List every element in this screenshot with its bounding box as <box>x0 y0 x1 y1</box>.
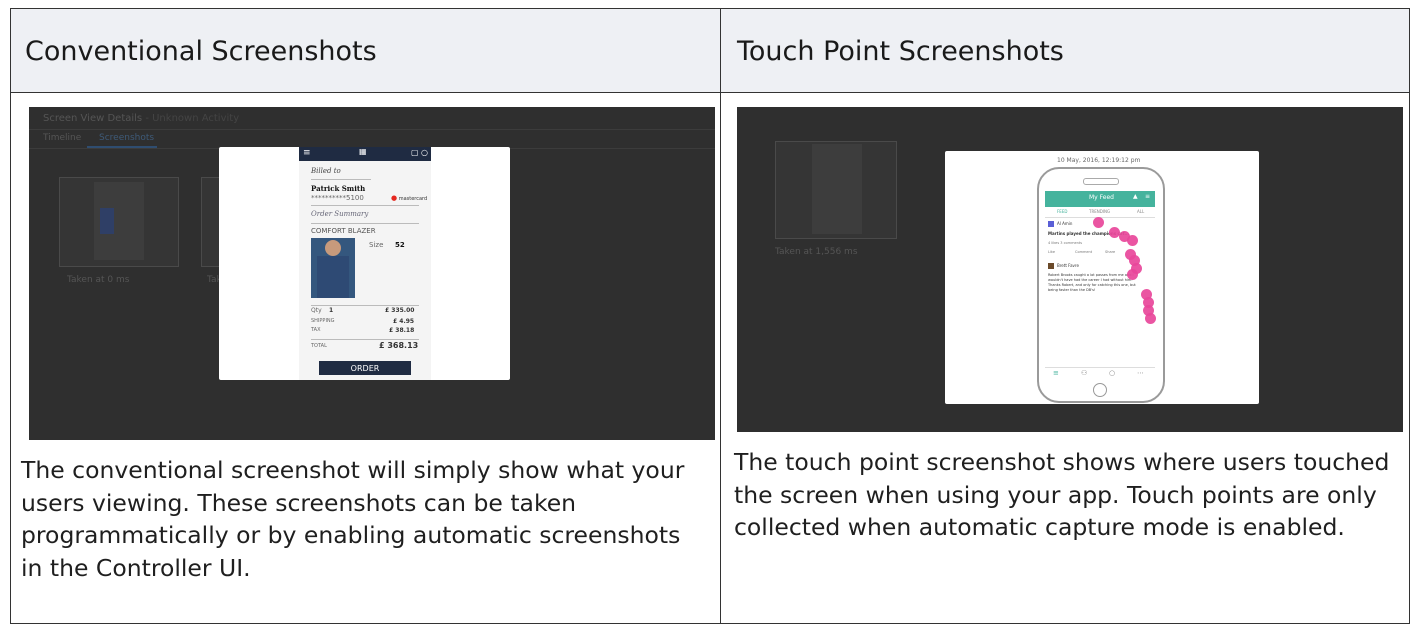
screenshot-thumbnail[interactable] <box>59 177 179 267</box>
size-label: Size <box>369 241 384 249</box>
bottom-nav: ≡ ⚇ ○ ⋯ <box>1045 367 1155 380</box>
card-number: **********5100 <box>311 194 364 202</box>
touch-description: The touch point screenshot shows where u… <box>734 448 1390 541</box>
shipping-value: £ 4.95 <box>393 318 415 325</box>
product-name: COMFORT BLAZER <box>311 227 376 235</box>
post-text: Robert Brooks caught a lot passes from m… <box>1048 273 1136 292</box>
mastercard-icon: ● <box>391 194 398 202</box>
touch-point <box>1093 217 1104 228</box>
screen-view-subtitle: - Unknown Activity <box>145 113 240 124</box>
bell-icon[interactable]: ▲ <box>1133 193 1138 200</box>
avatar <box>1048 221 1054 227</box>
action-share[interactable]: Share <box>1105 250 1115 254</box>
thumbnail-caption: Taken at 0 ms <box>67 275 130 285</box>
screenshot-modal: ≡ ▦ ▢ ○ Billed to Patrick Smith ********… <box>219 147 510 380</box>
total-value: £ 368.13 <box>379 341 419 350</box>
post-user: Al Amin <box>1057 221 1073 226</box>
logo-icon: ▦ <box>359 147 367 156</box>
tax-value: £ 38.18 <box>389 327 415 334</box>
avatar <box>1048 263 1054 269</box>
feed-header: My Feed ▲ ≡ <box>1045 191 1155 207</box>
column-divider <box>720 9 721 623</box>
app-nav-bar: ≡ ▦ ▢ ○ <box>299 147 431 161</box>
billed-to-label: Billed to <box>311 167 341 175</box>
order-button[interactable]: ORDER <box>319 361 411 375</box>
action-like[interactable]: Like <box>1048 250 1055 254</box>
thumbnail-caption: Taken at 1,556 ms <box>775 247 858 257</box>
screenshot-thumbnail[interactable] <box>775 141 897 239</box>
qty-value: 1 <box>329 307 334 314</box>
tab-feed[interactable]: FEED <box>1057 209 1067 214</box>
shipping-label: SHIPPING <box>311 318 335 324</box>
conventional-screenshot: Screen View Details - Unknown Activity T… <box>29 107 715 440</box>
phone-frame: My Feed ▲ ≡ FEED TRENDING ALL Al Amin Ma… <box>1037 167 1165 403</box>
search-icon[interactable]: ○ <box>421 148 428 157</box>
customer-name: Patrick Smith <box>311 184 366 193</box>
people-icon[interactable]: ⚇ <box>1081 369 1087 377</box>
qty-label: Qty <box>311 307 322 314</box>
tab-trending[interactable]: TRENDING <box>1089 209 1110 214</box>
search-icon[interactable]: ○ <box>1109 369 1115 377</box>
menu-icon[interactable]: ≡ <box>1145 193 1150 200</box>
bag-icon[interactable]: ▢ <box>411 148 419 157</box>
size-value: 52 <box>395 241 405 249</box>
header-touch: Touch Point Screenshots <box>737 35 1064 67</box>
item-price: £ 335.00 <box>385 307 415 314</box>
tab-all[interactable]: ALL <box>1137 209 1144 214</box>
post-user: Brett Favre <box>1057 263 1079 268</box>
menu-icon[interactable]: ≡ <box>303 148 311 158</box>
home-button[interactable] <box>1093 383 1107 397</box>
action-comment[interactable]: Comment <box>1075 250 1092 254</box>
tax-label: TAX <box>311 327 321 333</box>
capture-timestamp: 10 May, 2016, 12:19:12 pm <box>1057 157 1141 164</box>
touch-screenshot: Taken at 1,556 ms 10 May, 2016, 12:19:12… <box>737 107 1403 432</box>
total-label: TOTAL <box>311 343 327 349</box>
conventional-description: The conventional screenshot will simply … <box>21 456 685 582</box>
touch-point <box>1127 235 1138 246</box>
conventional-cell: Screen View Details - Unknown Activity T… <box>11 93 720 623</box>
screen-view-title: Screen View Details <box>43 113 143 124</box>
header-conventional: Conventional Screenshots <box>25 35 377 67</box>
post-meta: 4 likes 3 comments <box>1048 241 1083 245</box>
touch-cell: Taken at 1,556 ms 10 May, 2016, 12:19:12… <box>722 93 1409 623</box>
list-icon[interactable]: ≡ <box>1053 369 1059 377</box>
card-brand: mastercard <box>398 196 428 202</box>
product-image <box>311 238 355 298</box>
comparison-table: Conventional Screenshots Touch Point Scr… <box>10 8 1410 624</box>
tab-timeline[interactable]: Timeline <box>43 133 81 143</box>
touch-point <box>1145 313 1156 324</box>
post-card: Brett Favre Robert Brooks caught a lot p… <box>1045 261 1155 357</box>
table-header-row: Conventional Screenshots Touch Point Scr… <box>11 9 1409 93</box>
touch-point <box>1127 269 1138 280</box>
screenshot-modal: 10 May, 2016, 12:19:12 pm My Feed ▲ ≡ FE… <box>945 151 1259 404</box>
feed-title: My Feed <box>1089 194 1114 201</box>
order-summary-label: Order Summary <box>311 210 369 218</box>
tab-screenshots[interactable]: Screenshots <box>99 133 154 143</box>
checkout-page: ≡ ▦ ▢ ○ Billed to Patrick Smith ********… <box>299 147 431 380</box>
more-icon[interactable]: ⋯ <box>1137 369 1144 377</box>
